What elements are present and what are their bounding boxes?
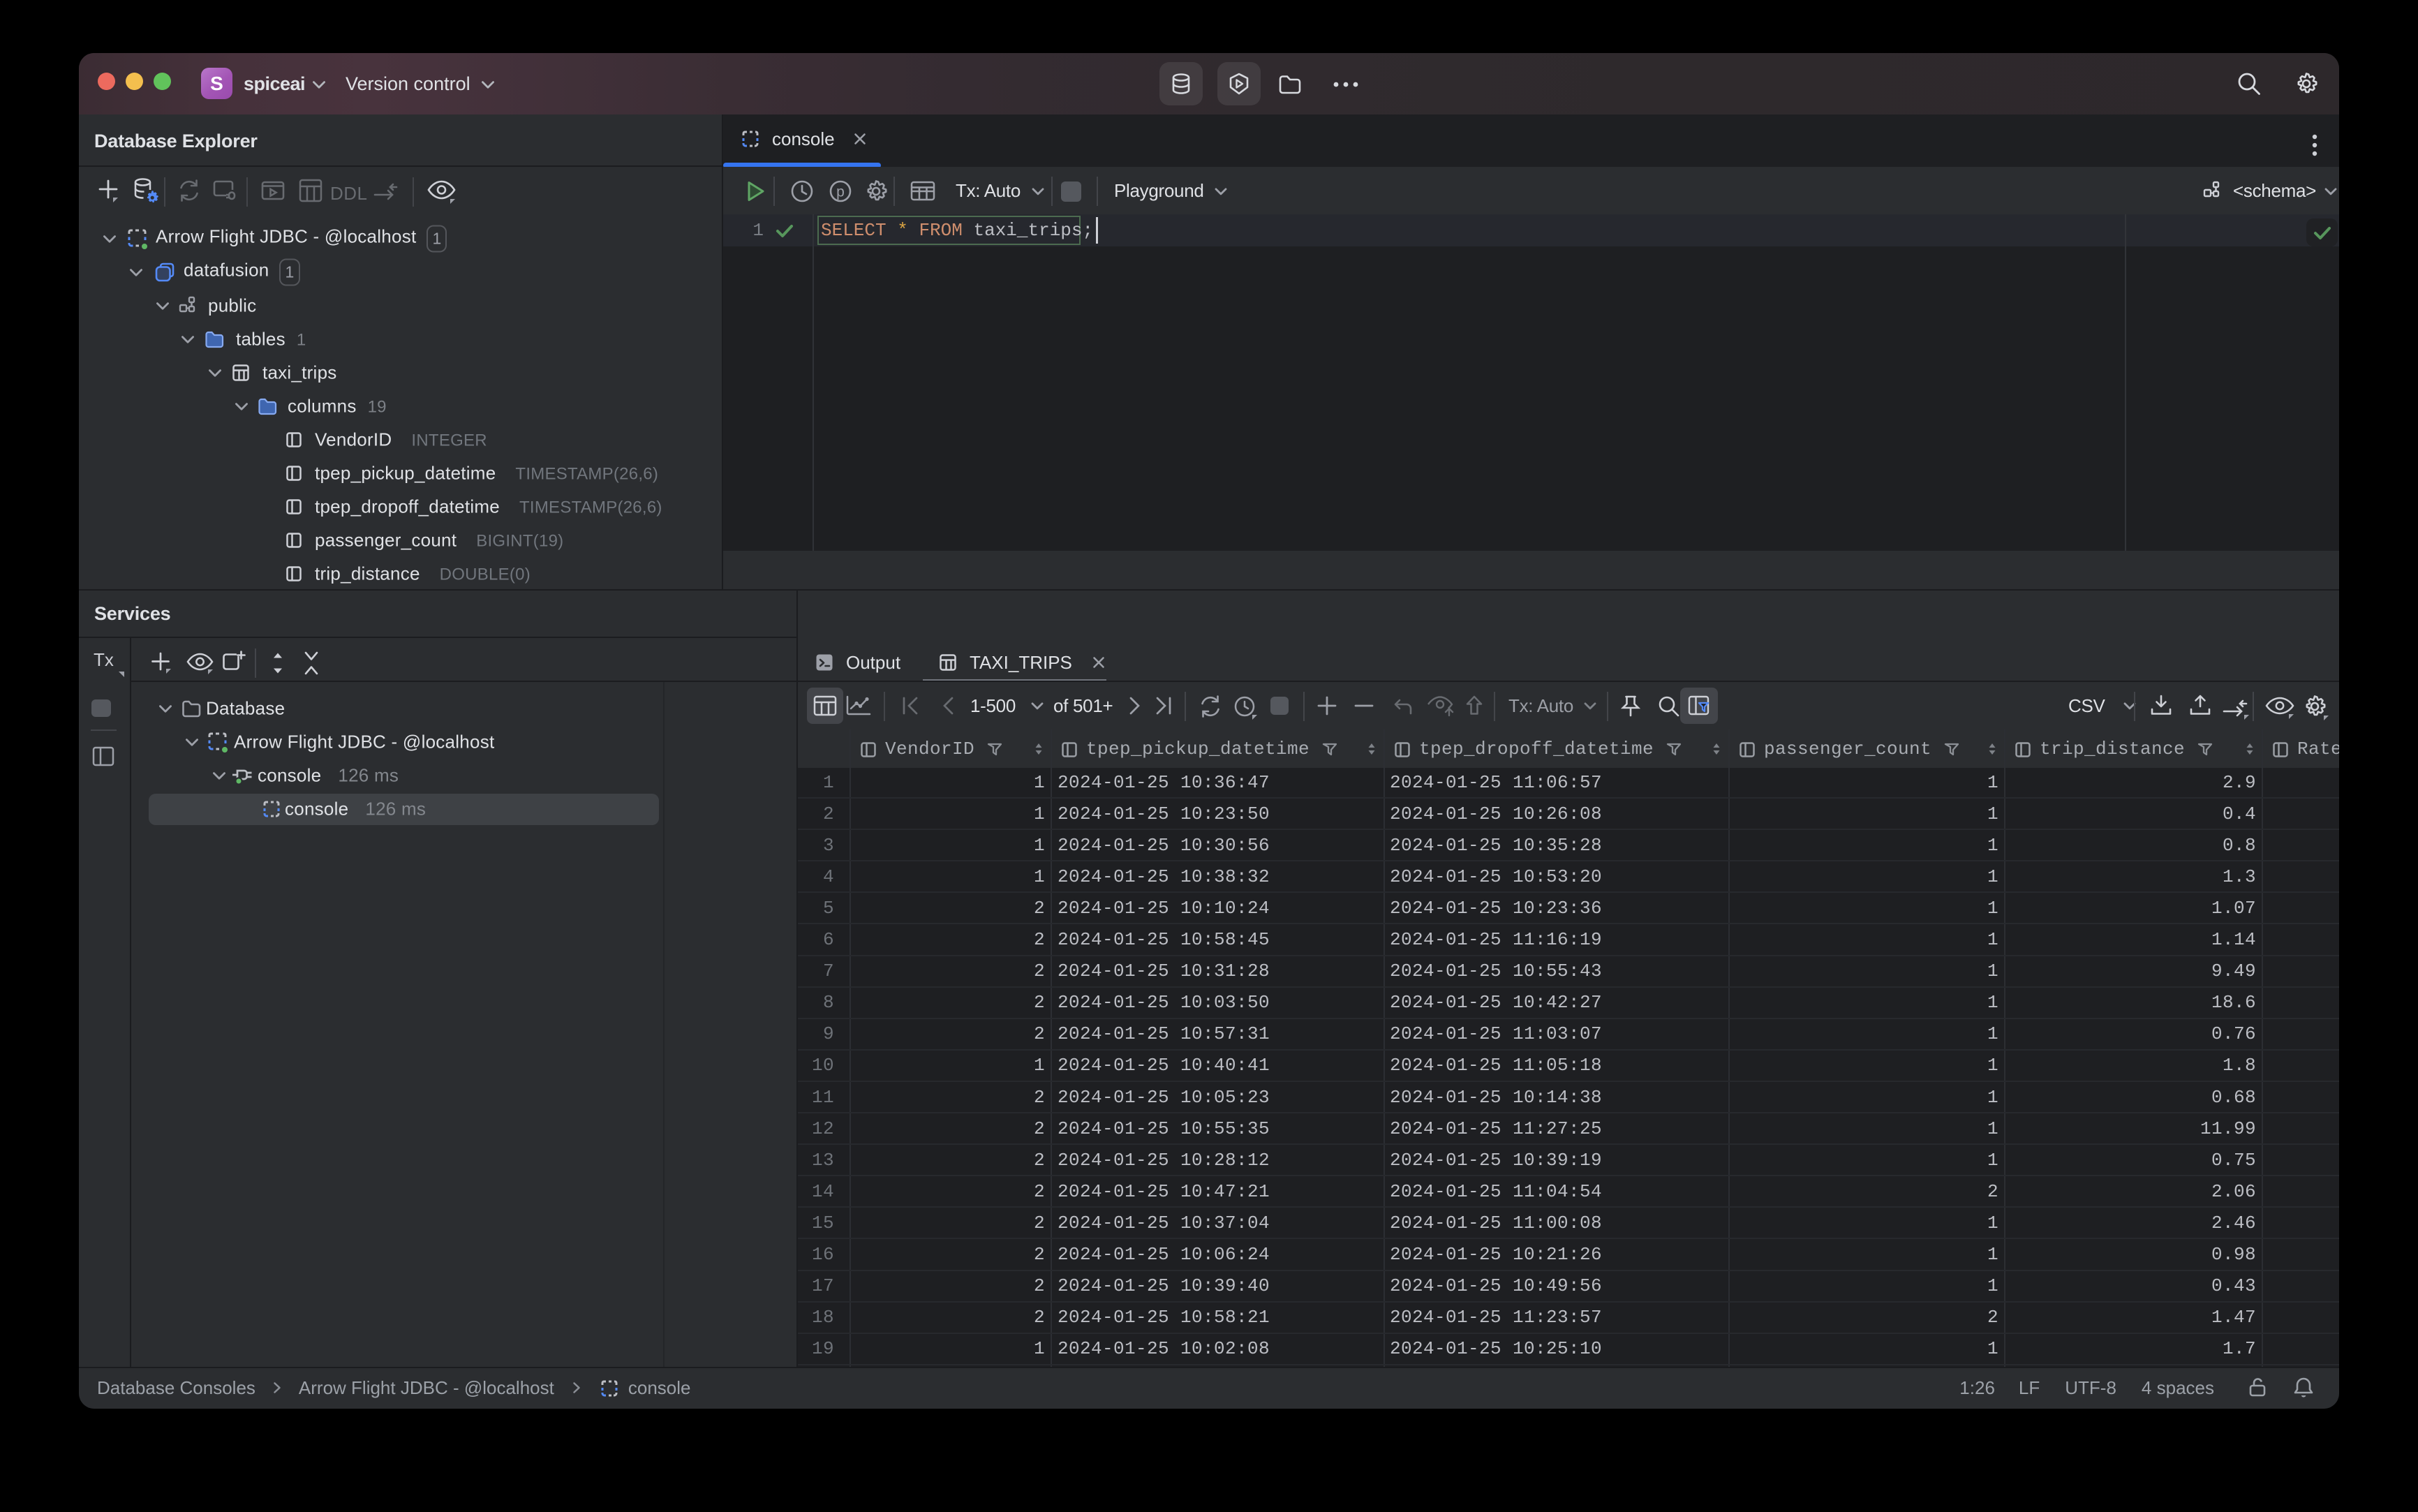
svg-text:p: p (836, 184, 845, 200)
